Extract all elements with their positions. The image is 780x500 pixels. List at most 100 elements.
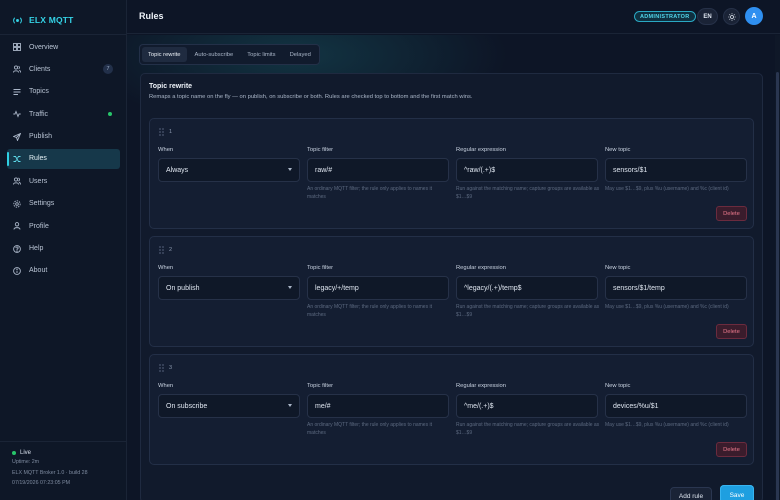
panel-description: Remaps a topic name on the fly — on publ… — [149, 94, 473, 100]
regex-help: Run against the matching name; capture g… — [456, 186, 600, 200]
chevron-down-icon — [288, 286, 292, 289]
drag-handle-icon[interactable] — [159, 246, 164, 254]
divider — [0, 34, 127, 35]
sidebar-item-rules[interactable]: Rules — [7, 148, 120, 169]
new-topic-label: New topic — [605, 383, 631, 389]
topic-rewrite-panel: Topic rewrite Remaps a topic name on the… — [140, 73, 763, 500]
panel-title: Topic rewrite — [149, 83, 193, 90]
topic-filter-help: An ordinary MQTT filter; the rule only a… — [307, 186, 432, 200]
broker-logo-icon — [13, 16, 22, 24]
pulse-icon — [13, 110, 21, 118]
when-select[interactable]: On publish — [158, 276, 300, 300]
tab-auto-subscribe[interactable]: Auto-subscribe — [189, 47, 240, 62]
user-group-icon — [13, 177, 21, 185]
main-content: Topic rewrite Auto-subscribe Topic limit… — [127, 35, 780, 500]
shuffle-icon — [13, 156, 21, 162]
new-topic-help: May use $1…$9, plus %u (username) and %c… — [605, 304, 729, 310]
person-icon — [13, 222, 21, 230]
new-topic-input[interactable]: sensors/$1 — [605, 158, 747, 182]
sidebar-item-settings[interactable]: Settings — [7, 194, 120, 214]
sidebar-item-topics[interactable]: Topics — [7, 82, 120, 102]
page-title: Rules — [139, 11, 164, 21]
regex-label: Regular expression — [456, 147, 506, 153]
rule-index: 2 — [169, 247, 173, 253]
status-row: Live — [12, 449, 122, 457]
rule-header: 2 — [159, 246, 172, 254]
sidebar-item-label: Users — [29, 177, 48, 185]
sidebar-item-users[interactable]: Users — [7, 171, 120, 191]
when-select[interactable]: On subscribe — [158, 394, 300, 418]
drag-handle-icon[interactable] — [159, 128, 164, 136]
sidebar-item-clients[interactable]: Clients 7 — [7, 59, 120, 79]
rule-header: 3 — [159, 364, 172, 372]
sidebar-item-publish[interactable]: Publish — [7, 127, 120, 147]
save-button[interactable]: Save — [720, 485, 754, 500]
theme-toggle-button[interactable] — [723, 8, 740, 25]
sidebar-item-label: Clients — [29, 65, 51, 73]
regex-input[interactable]: ^legacy/(.+)/temp$ — [456, 276, 598, 300]
tab-topic-rewrite[interactable]: Topic rewrite — [142, 47, 187, 62]
role-badge: ADMINISTRATOR — [634, 11, 696, 22]
topic-filter-help: An ordinary MQTT filter; the rule only a… — [307, 304, 432, 318]
lines-icon — [13, 88, 21, 95]
tab-topic-limits[interactable]: Topic limits — [241, 47, 281, 62]
topic-filter-help: An ordinary MQTT filter; the rule only a… — [307, 422, 432, 436]
uptime: Uptime: 2m — [12, 459, 40, 465]
avatar[interactable]: A — [745, 7, 763, 25]
delete-rule-button[interactable]: Delete — [716, 324, 747, 339]
live-indicator — [108, 112, 112, 117]
send-icon — [13, 132, 21, 141]
new-topic-input[interactable]: sensors/$1/temp — [605, 276, 747, 300]
chevron-down-icon — [288, 404, 292, 407]
sun-icon — [727, 12, 736, 21]
when-select[interactable]: Always — [158, 158, 300, 182]
status-dot — [12, 451, 16, 455]
clients-count-badge: 7 — [103, 64, 113, 75]
regex-input[interactable]: ^me/(.+)$ — [456, 394, 598, 418]
rewrite-rule-card: 1 When Topic filter Regular expression N… — [149, 118, 754, 229]
topic-filter-input[interactable]: legacy/+/temp — [307, 276, 449, 300]
sidebar-nav: Overview Clients 7 Topics Traffic Publis… — [7, 37, 120, 283]
when-label: When — [158, 383, 174, 389]
regex-help: Run against the matching name; capture g… — [456, 422, 600, 436]
timestamp: 07/19/2026 07:23:05 PM — [12, 480, 71, 486]
scrollbar-thumb[interactable] — [776, 72, 779, 500]
sidebar-item-profile[interactable]: Profile — [7, 216, 120, 236]
topic-filter-label: Topic filter — [307, 265, 334, 271]
topic-filter-input[interactable]: me/# — [307, 394, 449, 418]
when-value: Always — [166, 166, 189, 174]
rules-tabs: Topic rewrite Auto-subscribe Topic limit… — [139, 44, 320, 65]
language-button[interactable]: EN — [697, 8, 718, 25]
drag-handle-icon[interactable] — [159, 364, 164, 372]
delete-rule-button[interactable]: Delete — [716, 206, 747, 221]
scrollbar[interactable] — [775, 35, 780, 500]
add-rule-button[interactable]: Add rule — [670, 487, 712, 500]
rewrite-rule-card: 2 When Topic filter Regular expression N… — [149, 236, 754, 347]
topic-filter-label: Topic filter — [307, 147, 334, 153]
version: ELX MQTT Broker 1.0 · build 28 — [12, 469, 88, 476]
sidebar-item-label: Traffic — [29, 110, 49, 118]
new-topic-input[interactable]: devices/%u/$1 — [605, 394, 747, 418]
topic-filter-input[interactable]: raw/# — [307, 158, 449, 182]
sidebar-item-label: About — [29, 267, 48, 275]
regex-label: Regular expression — [456, 383, 506, 389]
sidebar-item-traffic[interactable]: Traffic — [7, 104, 120, 124]
regex-input[interactable]: ^raw/(.+)$ — [456, 158, 598, 182]
delete-rule-button[interactable]: Delete — [716, 442, 747, 457]
sidebar-item-help[interactable]: Help — [7, 239, 120, 259]
status-label: Live — [20, 450, 32, 456]
brand-name: ELX MQTT — [29, 15, 74, 25]
users-icon — [13, 65, 21, 74]
brand[interactable]: ELX MQTT — [12, 13, 74, 27]
rule-index: 1 — [169, 129, 173, 135]
tab-delayed[interactable]: Delayed — [284, 47, 317, 62]
when-label: When — [158, 265, 174, 271]
new-topic-label: New topic — [605, 265, 631, 271]
when-value: On subscribe — [166, 402, 208, 410]
sidebar-item-overview[interactable]: Overview — [7, 37, 120, 57]
sidebar-item-about[interactable]: About — [7, 261, 120, 281]
topic-filter-label: Topic filter — [307, 383, 334, 389]
rule-header: 1 — [159, 128, 172, 136]
sidebar-item-label: Publish — [29, 133, 52, 141]
new-topic-help: May use $1…$9, plus %u (username) and %c… — [605, 186, 729, 192]
